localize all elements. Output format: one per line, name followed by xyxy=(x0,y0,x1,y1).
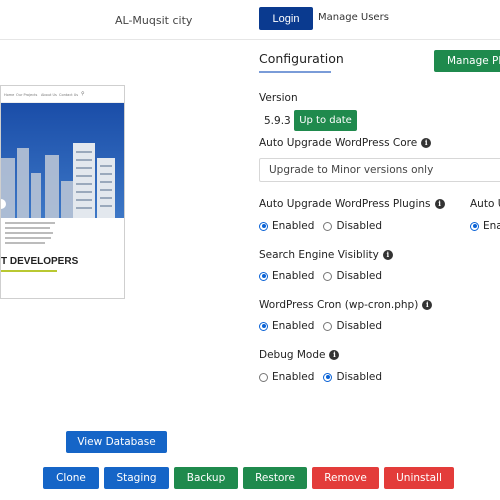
version-value: 5.9.3 xyxy=(264,115,291,127)
site-preview-thumbnail[interactable]: Home Our Projects About Us Contact Us ⚲ xyxy=(0,85,125,299)
uninstall-button[interactable]: Uninstall xyxy=(384,467,454,489)
preview-nav-item: Contact Us xyxy=(59,93,79,97)
preview-heading-underline xyxy=(1,270,57,272)
plugins-enabled-radio[interactable] xyxy=(259,221,268,231)
debug-mode-label: Debug Mode i xyxy=(259,349,340,361)
remove-button[interactable]: Remove xyxy=(312,467,379,489)
backup-button[interactable]: Backup xyxy=(174,467,238,489)
themes-enabled-radio[interactable] xyxy=(470,221,479,231)
wp-cron-label: WordPress Cron (wp-cron.php) i xyxy=(259,299,433,311)
preview-search-icon: ⚲ xyxy=(81,91,85,97)
cron-enabled-label[interactable]: Enabled xyxy=(272,320,314,332)
cron-disabled-label[interactable]: Disabled xyxy=(336,320,382,332)
themes-enabled-label[interactable]: Ena xyxy=(483,220,500,232)
preview-heading: T DEVELOPERS xyxy=(1,256,79,267)
configuration-tab-underline xyxy=(259,71,331,73)
plugins-upgrade-label: Auto Upgrade WordPress Plugins i xyxy=(259,198,445,210)
info-icon[interactable]: i xyxy=(382,250,393,260)
seo-disabled-label[interactable]: Disabled xyxy=(336,270,382,282)
core-upgrade-label: Auto Upgrade WordPress Core i xyxy=(259,137,432,149)
configuration-tab[interactable]: Configuration xyxy=(259,51,344,66)
version-label: Version xyxy=(259,92,298,104)
manage-plugins-button[interactable]: Manage Pl xyxy=(434,50,500,72)
cron-disabled-radio[interactable] xyxy=(323,321,333,331)
debug-mode-radio-group: Enabled Disabled xyxy=(259,371,382,383)
seo-visibility-radio-group: Enabled Disabled xyxy=(259,270,382,282)
restore-button[interactable]: Restore xyxy=(243,467,307,489)
preview-body: T DEVELOPERS xyxy=(1,218,124,298)
info-icon[interactable]: i xyxy=(421,138,432,148)
header-divider xyxy=(0,39,500,40)
core-upgrade-select[interactable]: Upgrade to Minor versions only xyxy=(259,158,500,182)
preview-nav-item: Home xyxy=(4,93,15,97)
info-icon[interactable]: i xyxy=(434,199,445,209)
cron-enabled-radio[interactable] xyxy=(259,321,268,331)
info-icon[interactable]: i xyxy=(329,350,340,360)
debug-disabled-label[interactable]: Disabled xyxy=(336,371,382,383)
seo-enabled-label[interactable]: Enabled xyxy=(272,270,314,282)
debug-enabled-label[interactable]: Enabled xyxy=(272,371,314,383)
preview-nav-item: About Us xyxy=(41,93,57,97)
plugins-disabled-radio[interactable] xyxy=(323,221,333,231)
debug-disabled-radio[interactable] xyxy=(323,372,333,382)
debug-enabled-radio[interactable] xyxy=(259,372,268,382)
staging-button[interactable]: Staging xyxy=(104,467,169,489)
seo-enabled-radio[interactable] xyxy=(259,271,268,281)
debug-mode-label-text: Debug Mode xyxy=(259,349,326,361)
wp-cron-radio-group: Enabled Disabled xyxy=(259,320,382,332)
login-button[interactable]: Login xyxy=(259,7,313,30)
core-upgrade-label-text: Auto Upgrade WordPress Core xyxy=(259,137,418,149)
plugins-enabled-label[interactable]: Enabled xyxy=(272,220,314,232)
up-to-date-badge[interactable]: Up to date xyxy=(294,110,357,131)
manage-users-link[interactable]: Manage Users xyxy=(318,12,389,23)
plugins-upgrade-label-text: Auto Upgrade WordPress Plugins xyxy=(259,198,431,210)
clone-button[interactable]: Clone xyxy=(43,467,99,489)
info-icon[interactable]: i xyxy=(422,300,433,310)
themes-upgrade-radio-group: Ena xyxy=(470,220,500,232)
seo-visibility-label: Search Engine Visiblity i xyxy=(259,249,393,261)
seo-disabled-radio[interactable] xyxy=(323,271,333,281)
plugins-disabled-label[interactable]: Disabled xyxy=(336,220,382,232)
seo-visibility-label-text: Search Engine Visiblity xyxy=(259,249,379,261)
plugins-upgrade-radio-group: Enabled Disabled xyxy=(259,220,382,232)
site-name: AL-Muqsit city xyxy=(115,14,193,27)
preview-nav-item: Our Projects xyxy=(16,93,38,97)
preview-navbar: Home Our Projects About Us Contact Us ⚲ xyxy=(1,86,124,103)
core-upgrade-select-value: Upgrade to Minor versions only xyxy=(269,164,434,176)
view-database-button[interactable]: View Database xyxy=(66,431,167,453)
wp-cron-label-text: WordPress Cron (wp-cron.php) xyxy=(259,299,419,311)
themes-upgrade-label: Auto U xyxy=(470,198,500,210)
